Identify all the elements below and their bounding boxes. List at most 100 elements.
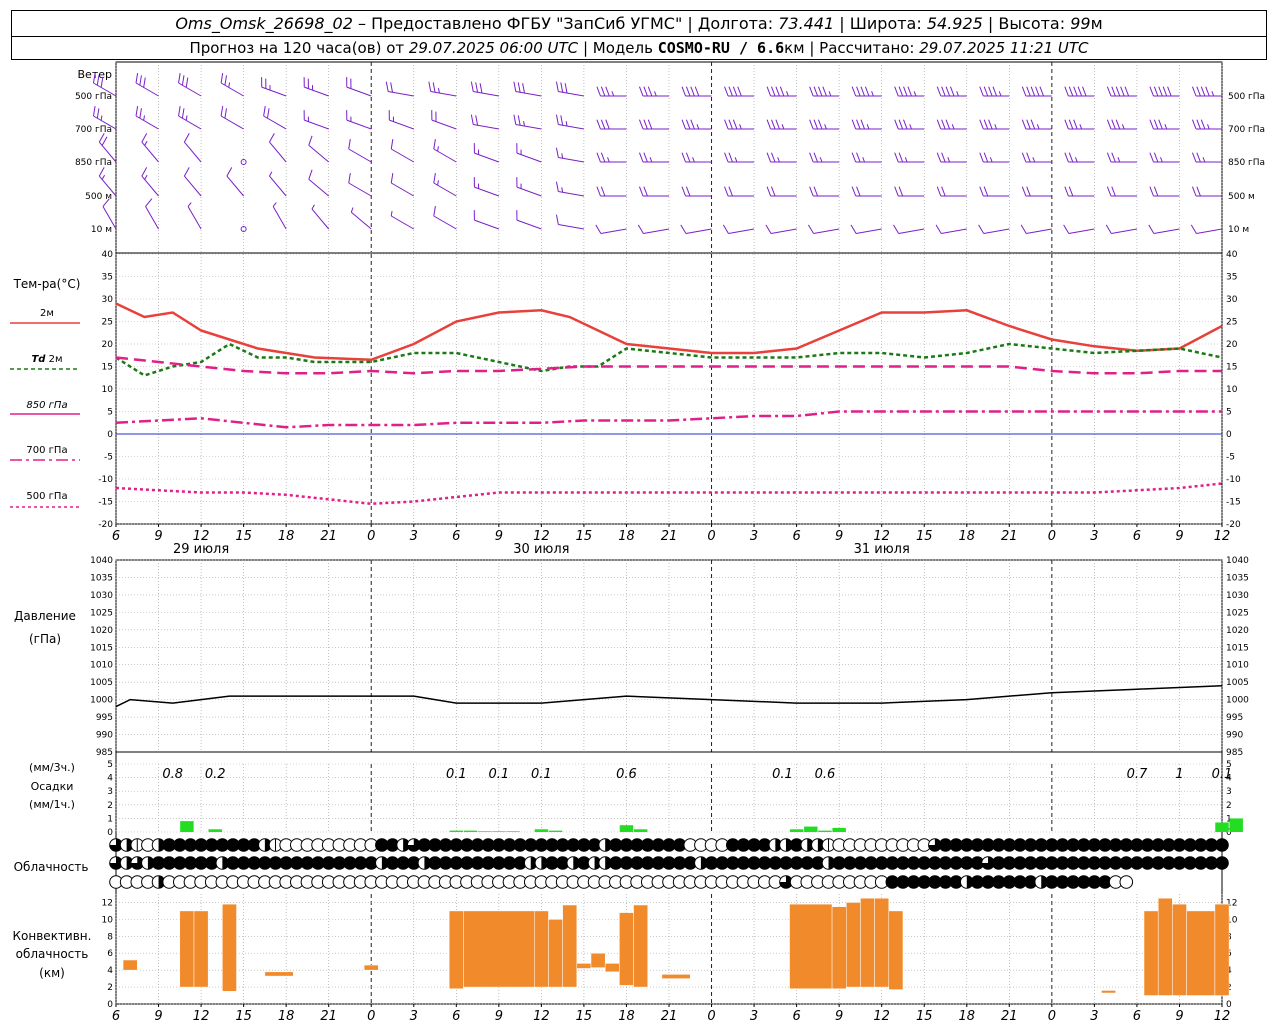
wind-barb — [722, 224, 755, 235]
convective-bar — [831, 906, 847, 990]
barb-feather — [596, 186, 601, 197]
barb-feather — [1026, 152, 1031, 163]
barb-feather — [1074, 157, 1078, 163]
legend-td-bold: Td — [31, 354, 46, 365]
barb-feather — [185, 77, 189, 88]
barb-feather — [851, 86, 857, 97]
precip-total-label: 0.1 — [531, 767, 552, 782]
convective-bar — [122, 959, 138, 971]
wind-barb — [428, 81, 457, 97]
wind-barb — [724, 152, 755, 163]
barb-feather — [600, 152, 606, 163]
barb-shaft — [187, 206, 202, 230]
y-tick-label-left: 0 — [107, 430, 113, 440]
barb-feather — [979, 152, 984, 163]
barb-feather — [144, 174, 148, 180]
y-tick-label-left: 30 — [102, 295, 114, 305]
barb-feather — [696, 124, 700, 130]
barb-feather — [390, 139, 394, 150]
barb-feather — [1030, 119, 1036, 130]
convective-bar — [1101, 990, 1116, 994]
wind-barb — [766, 119, 797, 130]
time-tick-label: 21 — [320, 529, 337, 544]
barb-shaft — [269, 141, 287, 163]
y-tick-label-left: 995 — [96, 713, 113, 723]
time-tick-label: 18 — [958, 529, 975, 544]
wind-barb — [766, 86, 797, 97]
barb-feather — [722, 224, 729, 234]
time-tick-label: 0 — [367, 1009, 375, 1024]
wind-barb — [596, 119, 627, 130]
time-tick-label: 9 — [154, 529, 162, 544]
y-tick-label-right: 1000 — [1226, 696, 1249, 706]
time-tick-label: 15 — [576, 1009, 593, 1024]
barb-feather — [1153, 86, 1159, 97]
legend-conv-line3: (км) — [39, 966, 65, 980]
barb-feather — [856, 86, 861, 97]
y-tick-label-right: 2 — [1226, 801, 1232, 811]
convective-bar — [264, 971, 294, 977]
wind-barb — [979, 152, 1010, 163]
wind-barb — [348, 139, 372, 163]
time-tick-label: 0 — [1048, 1009, 1056, 1024]
barb-feather — [479, 83, 483, 94]
time-tick-label: 9 — [1175, 1009, 1183, 1024]
barb-feather — [728, 119, 733, 130]
barb-feather — [979, 119, 984, 130]
wind-barb — [1064, 119, 1095, 130]
convective-bar — [590, 952, 606, 968]
barb-feather — [935, 224, 942, 234]
wind-barb — [145, 198, 159, 230]
barb-feather — [945, 86, 951, 97]
barb-feather — [643, 86, 648, 97]
barb-feather — [224, 108, 228, 119]
barb-feather — [1196, 119, 1201, 130]
pressure-line — [115, 684, 1223, 708]
barb-feather — [956, 91, 959, 97]
wind-barb — [595, 224, 627, 235]
barb-feather — [1160, 157, 1163, 163]
convective-bar — [534, 910, 549, 988]
barb-feather — [565, 121, 568, 127]
y-tick-label-right: -5 — [1226, 453, 1235, 463]
precip-bar — [463, 830, 478, 832]
time-tick-label: 15 — [576, 529, 593, 544]
y-tick-label-right: 25 — [1226, 318, 1237, 328]
wind-level-label-left: 850 гПа — [75, 158, 112, 168]
wind-barb — [433, 206, 457, 230]
legend-precip-3h: (мм/3ч.) — [29, 761, 75, 774]
barb-feather — [1153, 152, 1159, 163]
wind-barb — [308, 135, 330, 163]
time-tick-label: 9 — [154, 1009, 162, 1024]
y-tick-label-right: 1030 — [1226, 591, 1249, 601]
day-label: 29 июля — [173, 542, 229, 557]
barb-feather — [936, 119, 942, 130]
y-tick-label-right: -15 — [1226, 498, 1241, 508]
barb-feather — [308, 169, 313, 180]
time-tick-label: 0 — [367, 529, 375, 544]
barb-feather — [724, 86, 729, 97]
barb-feather — [1026, 86, 1031, 97]
barb-feather — [724, 119, 729, 130]
time-tick-label: 6 — [112, 529, 120, 544]
barb-feather — [860, 119, 865, 130]
barb-shaft — [728, 228, 755, 235]
barb-feather — [101, 174, 106, 180]
barb-feather — [1021, 186, 1027, 197]
wind-barb — [894, 152, 925, 163]
wind-barb — [596, 86, 627, 97]
barb-feather — [269, 171, 273, 177]
cloud-symbol — [1215, 838, 1229, 852]
precip-total-label: 0.6 — [616, 767, 637, 782]
wind-barb — [516, 177, 542, 197]
wind-barb — [308, 169, 330, 197]
barb-feather — [649, 157, 653, 163]
wind-barb — [851, 186, 882, 197]
barb-feather — [228, 82, 231, 88]
barb-feather — [808, 224, 814, 234]
wind-barb — [1020, 224, 1052, 235]
barb-feather — [555, 214, 559, 225]
barb-shaft — [269, 175, 287, 197]
barb-feather — [680, 224, 687, 234]
barb-feather — [1149, 86, 1154, 97]
